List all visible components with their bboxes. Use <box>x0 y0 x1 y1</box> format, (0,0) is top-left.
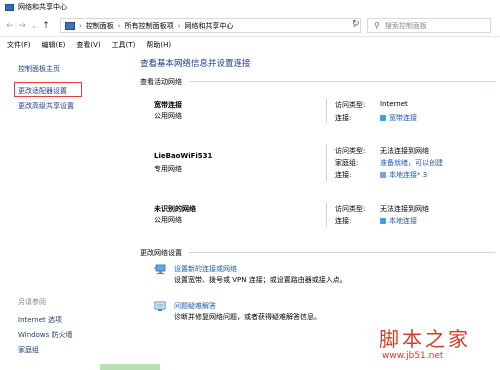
breadcrumb-network-center[interactable]: 网络和共享中心 <box>184 21 233 31</box>
menu-edit[interactable]: 编辑(E) <box>42 40 66 50</box>
sidebar-link-adapter-settings[interactable]: 更改适配器设置 <box>18 86 67 96</box>
section-divider <box>189 252 495 253</box>
column-divider <box>326 203 327 227</box>
watermark-text: 脚本之家 <box>379 327 471 351</box>
search-input[interactable]: ⚲ 搜索控制面板 <box>367 18 491 33</box>
menu-tools[interactable]: 工具(T) <box>112 40 136 50</box>
sidebar: 控制面板主页 更改适配器设置 更改高级共享设置 另请参阅 Internet 选项… <box>0 53 111 370</box>
back-arrow-icon[interactable]: ← <box>4 19 16 33</box>
new-connection-link[interactable]: 设置新的连接或网络 <box>174 264 237 274</box>
connection-link-text: 宽带连接 <box>389 114 417 122</box>
see-also-homegroup[interactable]: 家庭组 <box>18 345 39 355</box>
watermark-url: www.jb51.net <box>382 351 444 361</box>
section-divider <box>189 81 495 82</box>
change-settings-label: 更改网络设置 <box>140 249 182 257</box>
access-type-label: 访问类型: <box>335 147 366 155</box>
column-divider <box>326 145 327 181</box>
network-type: 公用网络 <box>154 112 182 120</box>
watermark-logo: 脚本之家 www.jb51.net <box>374 323 496 367</box>
access-type-label: 访问类型: <box>335 101 366 109</box>
forward-arrow-icon[interactable]: → <box>16 19 28 33</box>
troubleshoot-icon <box>154 301 166 311</box>
network-center-icon <box>5 3 14 11</box>
connection-label: 连接: <box>335 171 352 179</box>
access-type-value: 无法连接到网络 <box>380 205 429 213</box>
connection-link[interactable]: 本地连接 <box>380 216 417 226</box>
history-dropdown-icon[interactable]: ⌄ <box>28 19 40 33</box>
connection-label: 连接: <box>335 114 352 122</box>
new-connection-icon <box>154 264 166 275</box>
troubleshoot-desc: 诊断并修复网络问题，或者获得疑难解答信息。 <box>174 313 321 321</box>
ethernet-adapter-icon <box>380 218 386 224</box>
window-title: 网络和共享中心 <box>18 3 67 11</box>
menu-view[interactable]: 查看(V) <box>76 40 100 50</box>
connection-link[interactable]: 宽带连接 <box>380 113 417 123</box>
broadband-icon <box>380 115 386 121</box>
network-type: 专用网络 <box>154 165 182 173</box>
taskbar-strip <box>100 364 160 370</box>
connection-link-text: 本地连接* 3 <box>389 171 428 179</box>
menu-help[interactable]: 帮助(H) <box>146 40 171 50</box>
troubleshoot-link[interactable]: 问题疑难解答 <box>174 301 216 311</box>
network-name: 宽带连接 <box>154 101 182 109</box>
address-bar-row: ← → ⌄ ↑ › 控制面板 › 所有控制面板项 › 网络和共享中心 ⌄ ↻ ⚲… <box>0 15 500 37</box>
connection-link-text: 本地连接 <box>389 217 417 225</box>
homegroup-link[interactable]: 准备就绪，可以创建 <box>380 158 443 168</box>
network-name: LieBaoWiFi531 <box>154 152 213 160</box>
breadcrumb-separator: › <box>79 21 82 30</box>
breadcrumb-control-panel[interactable]: 控制面板 <box>86 21 114 31</box>
title-bar: 网络和共享中心 <box>0 0 500 14</box>
menu-file[interactable]: 文件(F) <box>7 40 31 50</box>
refresh-icon[interactable]: ↻ <box>352 19 360 29</box>
breadcrumb-separator: › <box>117 21 121 30</box>
wifi-adapter-icon <box>380 172 386 178</box>
access-type-label: 访问类型: <box>335 205 366 213</box>
see-also-internet-options[interactable]: Internet 选项 <box>18 315 62 325</box>
new-connection-desc: 设置宽带、拨号或 VPN 连接；或设置路由器或接入点。 <box>174 276 347 284</box>
access-type-value: Internet <box>380 100 408 108</box>
address-field[interactable]: › 控制面板 › 所有控制面板项 › 网络和共享中心 ⌄ <box>60 18 361 33</box>
sidebar-link-sharing-settings[interactable]: 更改高级共享设置 <box>18 101 74 111</box>
network-type: 公用网络 <box>154 216 182 224</box>
search-icon: ⚲ <box>374 21 380 30</box>
breadcrumb-all-items[interactable]: 所有控制面板项 <box>125 21 174 31</box>
connection-link[interactable]: 本地连接* 3 <box>380 170 427 180</box>
search-placeholder: 搜索控制面板 <box>384 21 427 30</box>
up-arrow-icon[interactable]: ↑ <box>40 19 52 33</box>
active-networks-label: 查看活动网络 <box>140 78 182 86</box>
see-also-heading: 另请参阅 <box>18 298 46 306</box>
column-divider <box>326 99 327 123</box>
control-panel-icon <box>65 21 75 30</box>
see-also-firewall[interactable]: Windows 防火墙 <box>18 330 72 340</box>
breadcrumb-separator: › <box>177 21 181 30</box>
network-name: 未识别的网络 <box>154 205 196 213</box>
connection-label: 连接: <box>335 217 352 225</box>
access-type-value: 无法连接到网络 <box>380 147 429 155</box>
page-title: 查看基本网络信息并设置连接 <box>140 59 251 69</box>
menu-bar: 文件(F) 编辑(E) 查看(V) 工具(T) 帮助(H) <box>0 38 500 52</box>
sidebar-link-home[interactable]: 控制面板主页 <box>18 64 60 74</box>
homegroup-label: 家庭组: <box>335 159 359 167</box>
